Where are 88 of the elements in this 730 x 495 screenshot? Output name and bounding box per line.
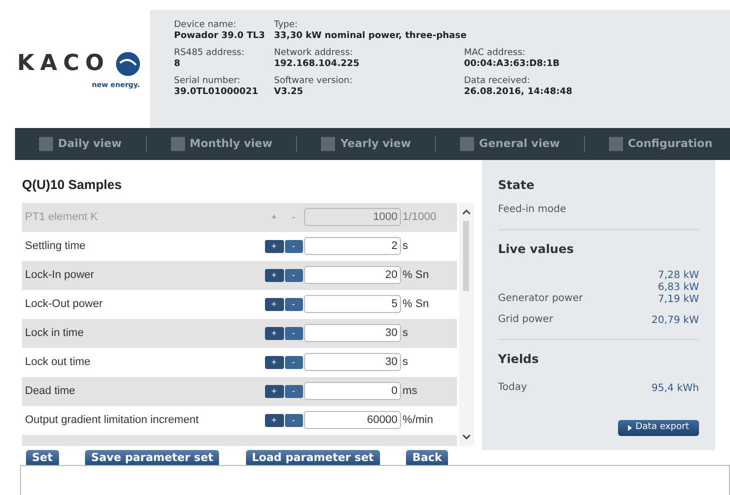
section-title: Yields	[498, 351, 540, 368]
nav-tab[interactable]: Yearly view	[297, 136, 436, 152]
logo-icon	[116, 52, 140, 76]
logo-wordmark: KACO	[17, 50, 110, 78]
plus-button[interactable]: +	[264, 356, 284, 368]
data-export-button[interactable]: Data export	[618, 420, 699, 436]
section-title: State	[498, 177, 536, 194]
info-label: Device name:	[174, 20, 238, 31]
value-label: Grid power	[498, 313, 554, 327]
value-label: Generator power	[498, 292, 583, 306]
minus-button[interactable]: -	[284, 356, 303, 368]
minus-button[interactable]: -	[284, 326, 303, 340]
action-button[interactable]: Back	[406, 450, 448, 466]
parameter-label: Lock-In power	[25, 268, 96, 283]
minus-button[interactable]: -	[284, 268, 303, 282]
play-icon	[628, 425, 632, 431]
scroll-down-icon[interactable]	[462, 434, 471, 440]
parameter-label: Lock out time	[25, 354, 92, 370]
nav-icon	[460, 137, 474, 151]
info-value: V3.25	[274, 87, 304, 98]
info-label: MAC address:	[464, 48, 526, 59]
plus-button[interactable]: +	[264, 326, 284, 340]
scroll-thumb[interactable]	[463, 220, 470, 290]
info-label: Network address:	[274, 48, 354, 59]
scroll-up-icon[interactable]	[462, 208, 471, 214]
value-field[interactable]: 5	[304, 295, 401, 313]
value-field[interactable]: 0	[304, 382, 401, 400]
value-label: Today	[498, 381, 527, 395]
plus-button[interactable]: +	[264, 268, 284, 282]
unit-label: ms	[402, 384, 418, 399]
plus-button[interactable]: +	[264, 414, 284, 426]
nav-icon	[321, 137, 336, 151]
info-value: 00:04:A3:63:D8:1B	[464, 59, 561, 70]
info-value: 39.0TL01000021	[174, 87, 260, 98]
action-button[interactable]: Load parameter set	[246, 450, 380, 466]
unit-label: %/min	[402, 412, 434, 428]
info-value: 8	[174, 59, 182, 70]
nav-icon	[608, 137, 623, 151]
nav-icon	[39, 137, 53, 151]
panel-title: Q(U)10 Samples	[22, 176, 123, 194]
value-reading: 7,19 kW	[658, 294, 699, 306]
section-title: Live values	[498, 241, 575, 258]
info-value: 33,30 kW nominal power, three-phase	[274, 31, 468, 42]
parameter-label: Lock-Out power	[25, 296, 104, 312]
unit-label: s	[402, 326, 410, 341]
value-reading: 20,79 kW	[652, 315, 699, 327]
unit-label: % Sn	[402, 268, 430, 283]
value-field[interactable]: 60000	[304, 411, 401, 429]
parameter-label: Output gradient limitation increment	[25, 412, 200, 428]
nav-icon	[170, 137, 185, 151]
unit-label: 1/1000	[402, 210, 438, 225]
parameter-label: Lock in time	[25, 326, 85, 341]
plus-button[interactable]: +	[264, 240, 284, 252]
value-reading: 95,4 kWh	[652, 383, 699, 395]
value-reading: 6,83 kW	[658, 282, 699, 294]
value-field[interactable]: 20	[304, 266, 401, 284]
plus-button[interactable]: +	[264, 298, 284, 310]
unit-label: s	[402, 354, 410, 370]
unit-label: % Sn	[402, 296, 430, 312]
info-label: Software version:	[274, 76, 354, 87]
state-value: Feed-in mode	[498, 203, 568, 217]
info-value: Powador 39.0 TL3	[174, 31, 266, 42]
plus-button[interactable]: +	[264, 384, 284, 398]
nav-tab[interactable]: Configuration	[584, 136, 730, 152]
parameter-label: Dead time	[25, 384, 76, 399]
value-field[interactable]: 2	[304, 237, 401, 255]
minus-button[interactable]: -	[284, 298, 303, 310]
action-button[interactable]: Save parameter set	[85, 450, 220, 466]
info-label: Type:	[274, 20, 299, 31]
info-label: Serial number:	[174, 76, 242, 87]
nav-tab[interactable]: Monthly view	[146, 136, 296, 152]
action-button[interactable]: Set	[26, 450, 59, 466]
nav-tab[interactable]: General view	[436, 136, 584, 152]
minus-button[interactable]: -	[284, 384, 303, 398]
parameter-label: PT1 element K	[25, 210, 99, 225]
value-field[interactable]: 30	[304, 324, 401, 342]
nav-tab[interactable]: Daily view	[15, 136, 146, 152]
info-label: Data received:	[464, 76, 531, 87]
info-value: 192.168.104.225	[274, 59, 360, 70]
info-label: RS485 address:	[174, 48, 246, 59]
parameter-label: Settling time	[25, 238, 87, 254]
minus-button[interactable]: -	[284, 414, 303, 426]
minus-button[interactable]: -	[284, 240, 303, 252]
info-value: 26.08.2016, 14:48:48	[464, 87, 574, 98]
value-reading: 7,28 kW	[658, 270, 699, 282]
value-field[interactable]: 30	[304, 353, 401, 371]
scrollbar[interactable]	[458, 202, 474, 446]
unit-label: s	[402, 238, 410, 254]
